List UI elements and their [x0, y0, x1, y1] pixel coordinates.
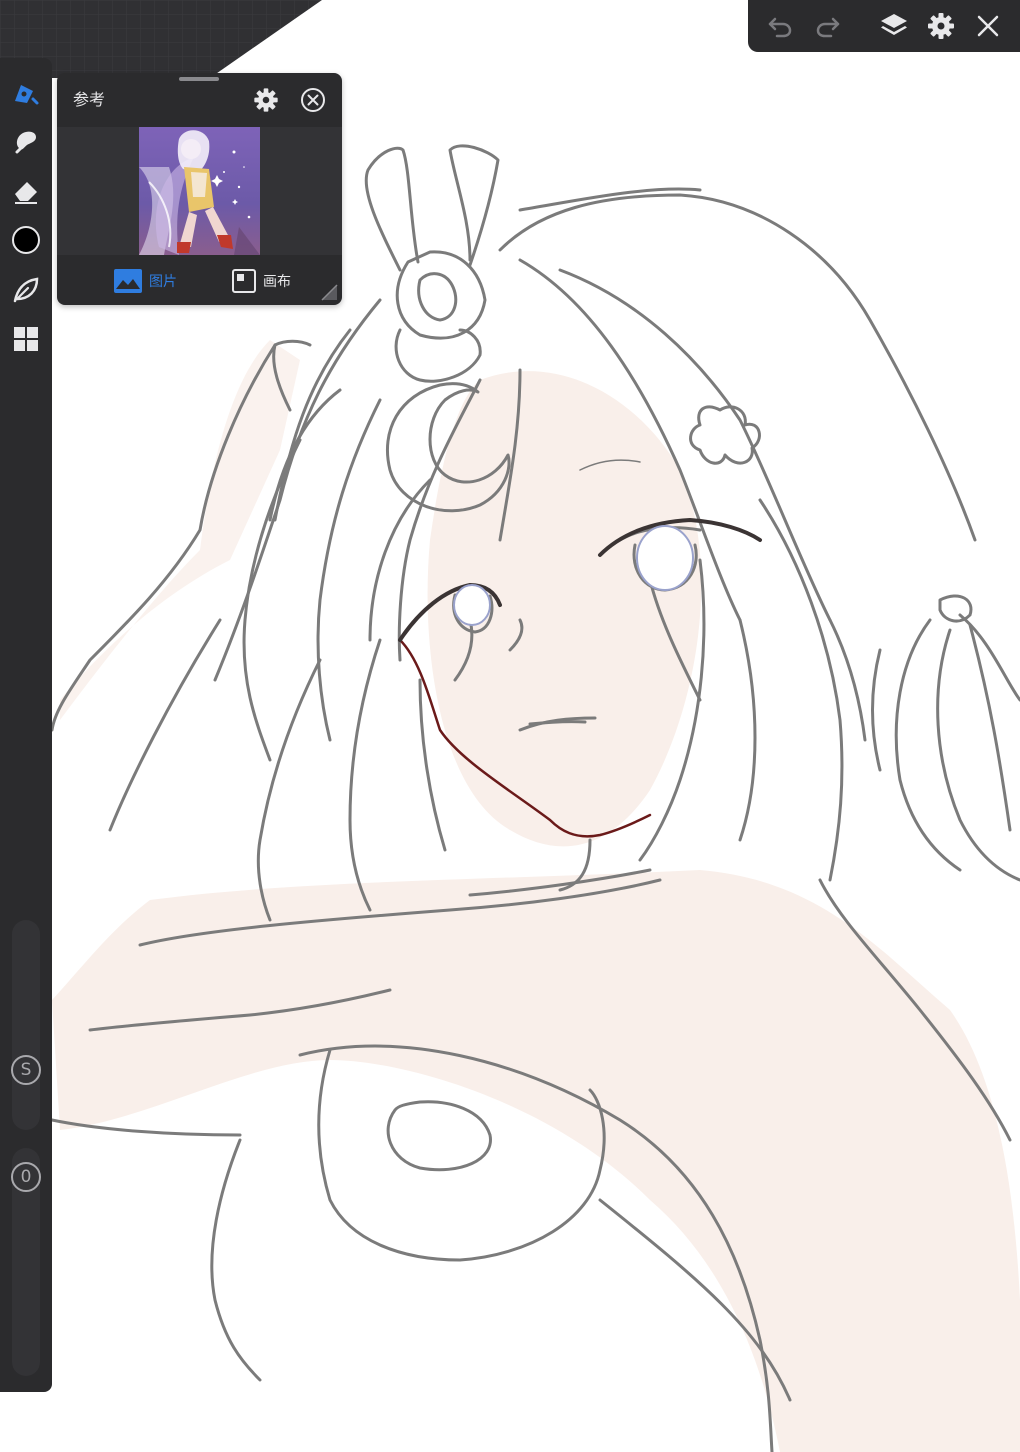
- smudge-tool-button[interactable]: [6, 121, 46, 161]
- undo-icon: [768, 17, 792, 38]
- brush-size-slider[interactable]: [12, 920, 40, 1130]
- gallery-button[interactable]: [6, 319, 46, 359]
- gear-icon: [254, 88, 278, 112]
- reference-mode-canvas[interactable]: 画布: [231, 267, 291, 295]
- redo-icon: [816, 17, 840, 38]
- image-icon: [114, 269, 142, 293]
- gear-icon: [928, 13, 954, 39]
- pen-icon: [15, 85, 39, 105]
- brush-opacity-label: 0: [11, 1162, 41, 1192]
- reference-settings-button[interactable]: [252, 86, 280, 114]
- canvas-icon: [232, 269, 256, 293]
- lasso-tool-button[interactable]: [6, 270, 46, 310]
- reference-mode-canvas-label: 画布: [263, 274, 291, 290]
- smudge-icon: [15, 131, 36, 154]
- settings-button[interactable]: [923, 8, 959, 44]
- brush-size-label: S: [11, 1055, 41, 1085]
- eraser-tool-button[interactable]: [6, 171, 46, 211]
- left-toolbar: S 0: [0, 58, 52, 1392]
- layers-button[interactable]: [876, 8, 912, 44]
- skin-fill: [52, 340, 1020, 1452]
- undo-button[interactable]: [762, 8, 798, 44]
- panel-drag-handle[interactable]: [179, 77, 219, 81]
- redo-button[interactable]: [810, 8, 846, 44]
- close-button[interactable]: [970, 8, 1006, 44]
- reference-image: [139, 127, 260, 255]
- reference-preview-area[interactable]: [57, 127, 342, 255]
- top-toolbar: [748, 0, 1020, 52]
- close-circle-icon: [301, 88, 325, 112]
- grid-icon: [14, 327, 38, 351]
- color-picker-button[interactable]: [6, 220, 46, 260]
- eraser-icon: [15, 182, 37, 204]
- resize-handle-icon[interactable]: [320, 283, 338, 301]
- close-icon: [977, 15, 999, 37]
- reference-mode-image[interactable]: 图片: [113, 267, 177, 295]
- reference-close-button[interactable]: [299, 86, 327, 114]
- reference-panel[interactable]: 参考 图片 画布: [57, 73, 342, 305]
- color-swatch: [12, 226, 40, 254]
- layers-icon: [881, 14, 907, 35]
- reference-panel-title: 参考: [73, 90, 106, 109]
- brush-tool-button[interactable]: [6, 72, 46, 112]
- reference-mode-image-label: 图片: [149, 274, 177, 290]
- lasso-icon: [13, 277, 39, 303]
